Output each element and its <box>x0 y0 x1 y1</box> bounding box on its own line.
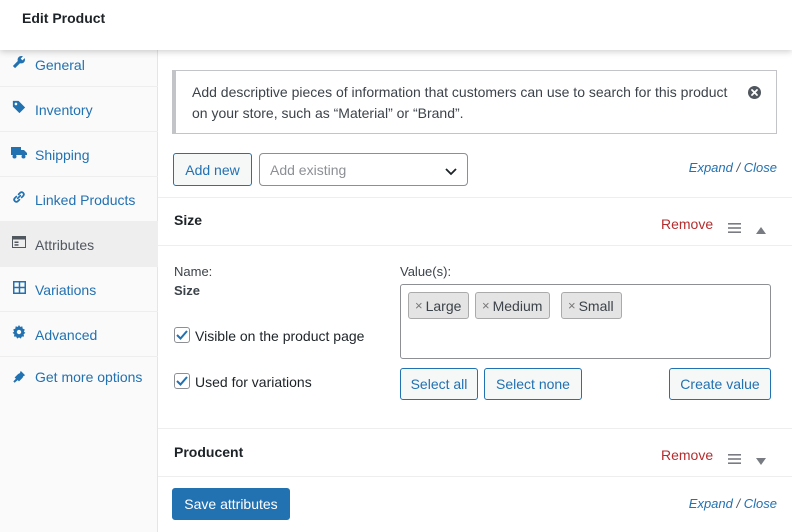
expand-icon[interactable] <box>756 452 766 465</box>
wrench-icon <box>11 54 27 70</box>
name-value: Size <box>174 283 201 298</box>
link-icon <box>11 189 27 205</box>
collapse-icon[interactable] <box>756 221 766 234</box>
tab-attributes[interactable]: Attributes <box>0 222 158 267</box>
expand-link[interactable]: Expand <box>689 160 733 175</box>
gear-icon <box>11 324 27 340</box>
value-chip-large: × Large <box>408 292 470 319</box>
notice-text: Add descriptive pieces of information th… <box>192 84 728 121</box>
chip-label: Medium <box>492 297 543 314</box>
variations-label[interactable]: Used for variations <box>195 374 312 390</box>
tab-advanced[interactable]: Advanced <box>0 312 158 357</box>
tab-label: Attributes <box>35 237 95 253</box>
chip-label: Large <box>425 297 462 314</box>
close-icon[interactable] <box>747 85 762 100</box>
remove-chip-icon[interactable]: × <box>482 298 490 313</box>
name-label: Name: <box>174 264 213 279</box>
tab-label: Linked Products <box>35 192 136 208</box>
tab-label: Variations <box>35 282 97 298</box>
chevron-down-icon <box>445 164 457 176</box>
expand-close-links-bottom: Expand / Close <box>689 496 777 511</box>
save-attributes-button[interactable]: Save attributes <box>172 488 290 520</box>
remove-attribute-link[interactable]: Remove <box>661 216 713 232</box>
attribute-title[interactable]: Size <box>174 212 202 228</box>
close-link[interactable]: Close <box>744 496 777 511</box>
visible-label[interactable]: Visible on the product page <box>195 328 364 344</box>
add-existing-select[interactable]: Add existing <box>259 153 468 186</box>
tab-label: Get more options <box>35 369 143 385</box>
attributes-panel: Add descriptive pieces of information th… <box>158 42 792 532</box>
remove-chip-icon[interactable]: × <box>415 298 423 313</box>
value-chip-medium: × Medium <box>475 292 551 319</box>
link-separator: / <box>736 496 741 511</box>
add-new-button[interactable]: Add new <box>173 153 252 186</box>
tab-label: Inventory <box>35 102 93 118</box>
expand-close-links-top: Expand / Close <box>689 160 777 175</box>
drag-handle-icon[interactable] <box>728 451 741 464</box>
chip-label: Small <box>578 297 614 314</box>
tab-get-more-options[interactable]: Get more options <box>0 357 158 417</box>
tab-inventory[interactable]: Inventory <box>0 87 158 132</box>
attribute-title[interactable]: Producent <box>174 444 243 460</box>
truck-icon <box>11 144 27 160</box>
values-label: Value(s): <box>400 264 452 279</box>
header-bar: Edit Product <box>0 0 792 50</box>
visible-checkbox[interactable] <box>174 327 190 343</box>
divider <box>158 428 792 429</box>
values-multiselect[interactable]: × Large × Medium × Small <box>400 284 771 359</box>
create-value-button[interactable]: Create value <box>669 368 771 400</box>
grid-icon <box>11 279 27 295</box>
variations-checkbox[interactable] <box>174 373 190 389</box>
list-icon <box>11 234 27 250</box>
divider <box>158 245 792 246</box>
select-placeholder: Add existing <box>270 162 347 178</box>
product-data-tabs: General Inventory Shipping Linked Produc… <box>0 42 158 532</box>
tab-shipping[interactable]: Shipping <box>0 132 158 177</box>
tab-label: General <box>35 57 85 73</box>
tab-label: Advanced <box>35 327 98 343</box>
select-all-button[interactable]: Select all <box>400 368 478 400</box>
select-none-button[interactable]: Select none <box>484 368 582 400</box>
tab-label: Shipping <box>35 147 90 163</box>
expand-link[interactable]: Expand <box>689 496 733 511</box>
divider <box>158 197 792 198</box>
remove-attribute-link[interactable]: Remove <box>661 447 713 463</box>
link-separator: / <box>736 160 741 175</box>
info-notice: Add descriptive pieces of information th… <box>172 70 777 134</box>
tag-icon <box>11 99 27 115</box>
tab-variations[interactable]: Variations <box>0 267 158 312</box>
divider <box>158 476 792 477</box>
drag-handle-icon[interactable] <box>728 220 741 233</box>
close-link[interactable]: Close <box>744 160 777 175</box>
tab-linked-products[interactable]: Linked Products <box>0 177 158 222</box>
value-chip-small: × Small <box>561 292 622 319</box>
remove-chip-icon[interactable]: × <box>568 298 576 313</box>
page-title: Edit Product <box>22 10 106 26</box>
